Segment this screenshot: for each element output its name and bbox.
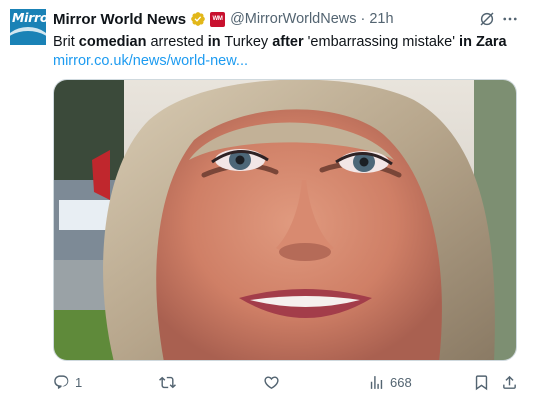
affiliate-org-badge[interactable]: WM — [210, 11, 226, 27]
views-chart-icon — [370, 375, 383, 389]
share-icon — [503, 375, 516, 389]
tweet-text: Brit comedian arrested in Turkey after '… — [53, 33, 523, 52]
tweet-text-bold-segment: in Zara — [459, 34, 507, 50]
views-count: 668 — [390, 374, 412, 390]
tweet-header: Mirror World News WM @MirrorWorldNews · … — [53, 10, 394, 28]
reply-count: 1 — [75, 374, 83, 390]
verified-badge-icon[interactable] — [190, 11, 206, 27]
display-name[interactable]: Mirror World News — [53, 11, 186, 28]
tweet-text-segment: arrested — [146, 34, 208, 50]
tweet-text-bold-segment: after — [272, 34, 304, 50]
reply-button[interactable]: 1 — [53, 371, 82, 393]
bookmark-button[interactable] — [473, 371, 490, 393]
like-button[interactable] — [263, 371, 280, 393]
grok-icon[interactable] — [478, 10, 496, 28]
avatar[interactable]: Mirror — [10, 9, 46, 45]
share-button[interactable] — [501, 371, 518, 393]
reply-icon — [54, 374, 69, 389]
bookmark-icon — [475, 374, 488, 390]
avatar-globe-shape — [10, 27, 46, 45]
retweet-icon — [159, 376, 176, 388]
tweet-text-segment: 'embarrassing mistake' — [303, 34, 460, 50]
avatar-logo-text: Mirror — [12, 10, 46, 25]
tweet-text-segment: Turkey — [220, 34, 273, 50]
photo-of-woman-face — [54, 80, 516, 360]
tweet-card[interactable]: Mirror Mirror World News WM @MirrorWorld… — [0, 0, 536, 414]
tweet-image[interactable] — [53, 79, 517, 361]
tweet-actions: 1 668 — [53, 371, 523, 393]
retweet-button[interactable] — [159, 371, 176, 393]
tweet-text-bold-segment: in — [207, 34, 221, 50]
heart-icon — [264, 375, 279, 389]
tweet-link[interactable]: mirror.co.uk/news/world-new... — [53, 52, 248, 71]
separator-dot: · — [360, 11, 366, 27]
user-handle[interactable]: @MirrorWorldNews — [230, 11, 356, 27]
tweet-text-bold-segment: comedian — [78, 34, 147, 50]
views-button[interactable]: 668 — [368, 371, 412, 393]
timestamp[interactable]: 21h — [369, 11, 393, 27]
more-icon[interactable] — [501, 10, 519, 28]
tweet-text-segment: Brit — [53, 34, 79, 50]
